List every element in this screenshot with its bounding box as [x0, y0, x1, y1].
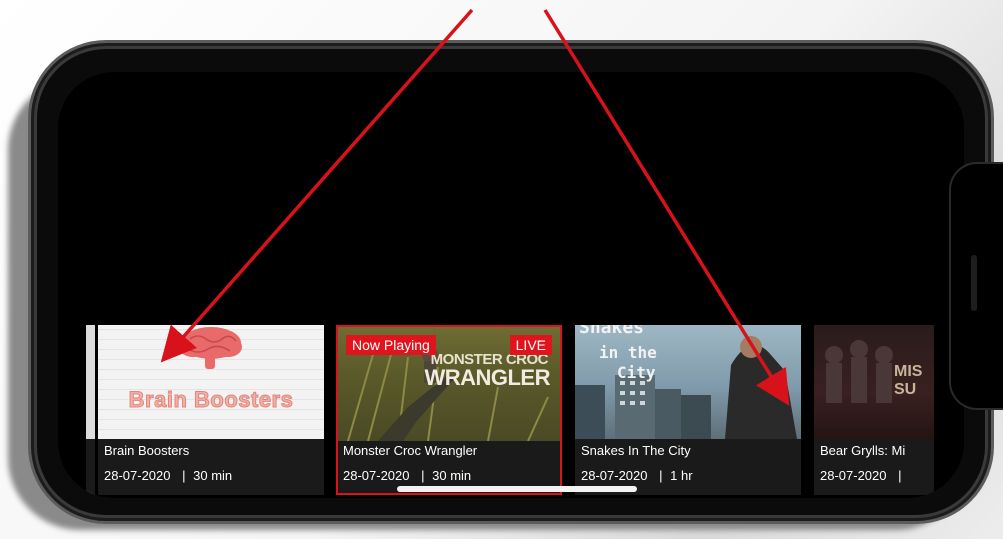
arrow-left	[160, 8, 474, 363]
annotation-arrows	[160, 8, 790, 406]
arrow-right	[543, 9, 790, 406]
